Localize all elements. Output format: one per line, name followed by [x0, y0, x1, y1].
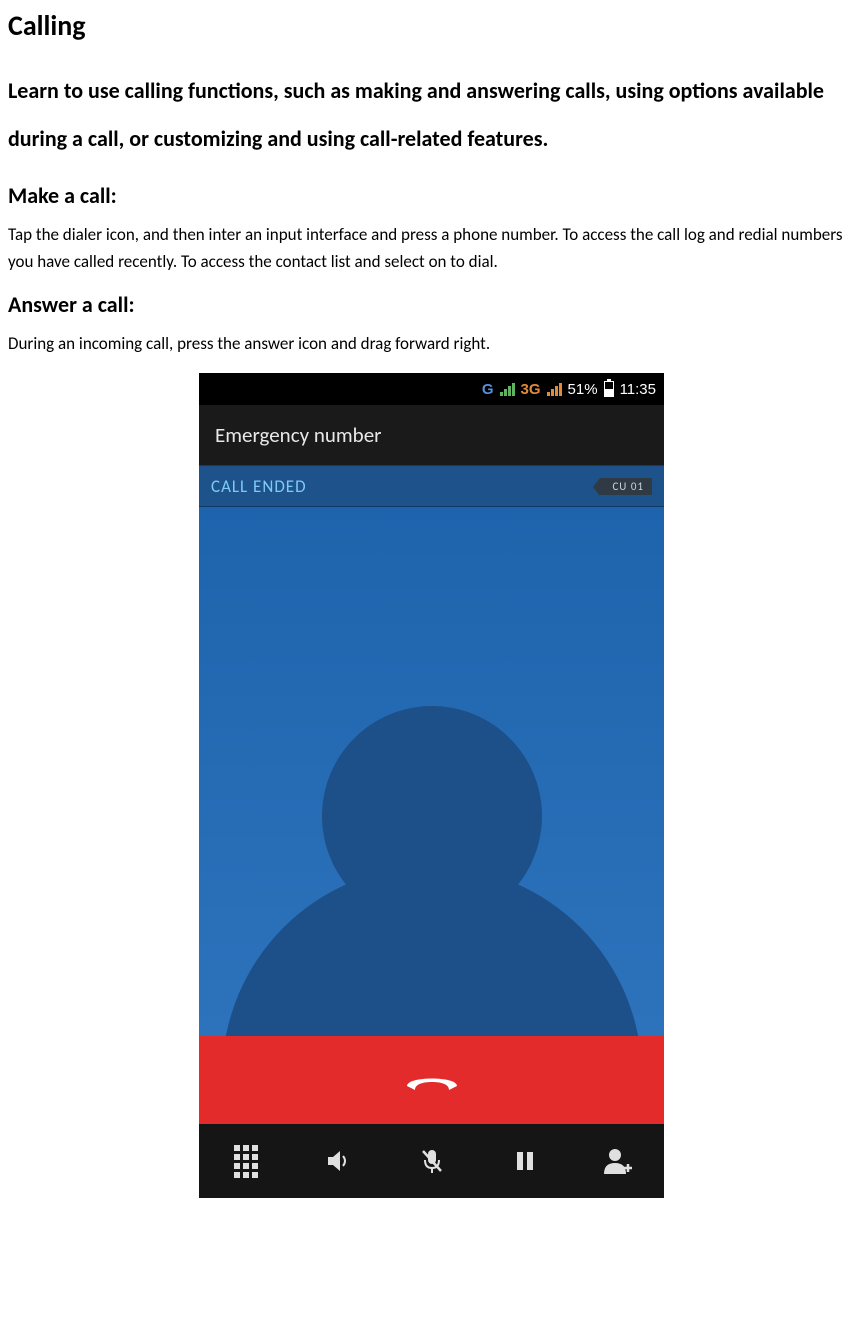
phone-screen: G 3G 51% 11:35 Emergency number CALL END…	[199, 373, 664, 1198]
make-call-heading: Make a call:	[8, 182, 855, 209]
clock-time: 11:35	[620, 381, 656, 398]
mute-icon	[417, 1146, 447, 1176]
speaker-icon	[324, 1146, 354, 1176]
dialpad-button[interactable]	[226, 1141, 266, 1181]
call-toolbar	[199, 1124, 664, 1198]
battery-icon	[604, 381, 614, 397]
page-title: Calling	[8, 8, 855, 43]
signal-icon	[547, 382, 562, 396]
answer-call-heading: Answer a call:	[8, 291, 855, 318]
screenshot-figure: G 3G 51% 11:35 Emergency number CALL END…	[8, 373, 855, 1198]
network-g-indicator: G	[482, 381, 494, 398]
caller-name: Emergency number	[199, 405, 664, 465]
avatar-area	[199, 507, 664, 1036]
hold-button[interactable]	[505, 1141, 545, 1181]
add-contact-icon	[602, 1146, 634, 1176]
phone-hangup-icon	[405, 1068, 459, 1092]
mute-button[interactable]	[412, 1141, 452, 1181]
make-call-body: Tap the dialer icon, and then inter an i…	[8, 221, 855, 275]
call-status-bar: CALL ENDED CU 01	[199, 465, 664, 507]
pause-icon	[512, 1148, 538, 1174]
hangup-button[interactable]	[199, 1036, 664, 1124]
network-3g-indicator: 3G	[521, 381, 541, 398]
dialpad-icon	[234, 1145, 258, 1178]
add-contact-button[interactable]	[598, 1141, 638, 1181]
call-status-label: CALL ENDED	[211, 476, 307, 497]
intro-text: Learn to use calling functions, such as …	[8, 67, 855, 164]
sim-badge: CU 01	[600, 478, 652, 495]
battery-percent: 51%	[568, 381, 598, 398]
signal-icon	[500, 382, 515, 396]
speaker-button[interactable]	[319, 1141, 359, 1181]
status-bar: G 3G 51% 11:35	[199, 373, 664, 405]
contact-silhouette-icon	[222, 656, 642, 1036]
answer-call-body: During an incoming call, press the answe…	[8, 330, 855, 357]
